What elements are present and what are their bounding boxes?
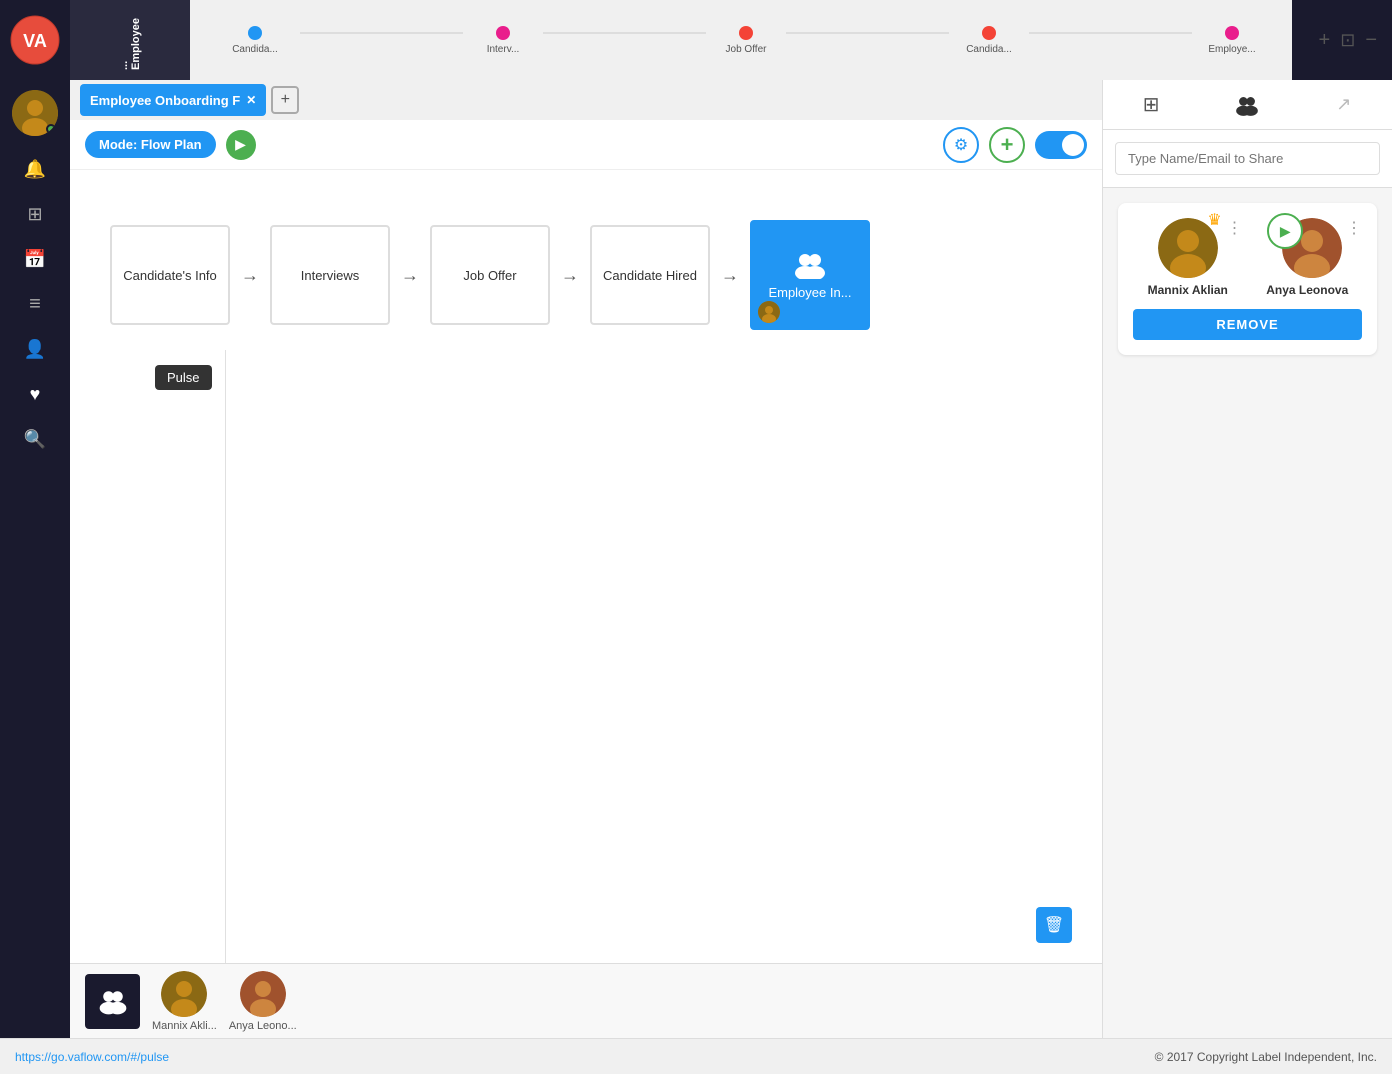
mode-label: Mode: Flow Plan bbox=[99, 137, 202, 152]
step-label: Job Offer bbox=[463, 268, 516, 283]
arrow-2: → bbox=[390, 265, 430, 286]
tab-vertical-label: Employee ... bbox=[118, 10, 142, 70]
add-button[interactable]: + bbox=[989, 127, 1025, 163]
arrow-4: → bbox=[710, 265, 750, 286]
flow-step-employee[interactable]: Employee In... bbox=[750, 220, 870, 330]
top-right-actions: + ⊡ − bbox=[1292, 0, 1392, 80]
vertical-divider bbox=[225, 350, 226, 963]
svg-text:VA: VA bbox=[23, 31, 47, 51]
group-icon bbox=[97, 987, 129, 1015]
va-logo: VA bbox=[10, 15, 60, 65]
active-tab[interactable]: Employee Onboarding F ✕ bbox=[80, 84, 266, 116]
bottom-person-anya[interactable]: Anya Leono... bbox=[229, 971, 297, 1032]
right-tab-share[interactable]: ↗ bbox=[1326, 87, 1362, 123]
arrow-3: → bbox=[550, 265, 590, 286]
users-icon bbox=[792, 251, 828, 279]
logo-area: VA bbox=[0, 0, 70, 80]
footer-copyright: © 2017 Copyright Label Independent, Inc. bbox=[1155, 1050, 1377, 1064]
footer-link: https://go.vaflow.com/#/pulse bbox=[15, 1050, 169, 1064]
tab-bar: Employee Onboarding F ✕ + bbox=[70, 80, 1102, 120]
remove-button[interactable]: REMOVE bbox=[1133, 309, 1362, 340]
share-search-input[interactable] bbox=[1115, 142, 1380, 175]
right-panel: ⊞ ↗ bbox=[1102, 80, 1392, 1038]
page-footer: https://go.vaflow.com/#/pulse © 2017 Cop… bbox=[0, 1038, 1392, 1074]
anya-avatar bbox=[240, 971, 286, 1017]
mannix-panel-name: Mannix Aklian bbox=[1148, 283, 1228, 297]
step-job-offer[interactable]: Job Offer bbox=[706, 26, 786, 55]
avatar-face bbox=[758, 301, 780, 323]
step-employee[interactable]: Employe... bbox=[1192, 26, 1272, 55]
anya-more-icon[interactable]: ⋮ bbox=[1346, 218, 1362, 238]
right-panel-content: ♛ Mannix Aklian ⋮ ▶ bbox=[1103, 188, 1392, 1038]
crown-icon: ♛ bbox=[1207, 210, 1221, 230]
people-icon bbox=[1234, 94, 1260, 116]
right-tab-grid[interactable]: ⊞ bbox=[1133, 87, 1169, 123]
mannix-more-icon[interactable]: ⋮ bbox=[1227, 218, 1243, 238]
flow-step-interviews[interactable]: Interviews bbox=[270, 225, 390, 325]
right-panel-tabs: ⊞ ↗ bbox=[1103, 80, 1392, 130]
play-button[interactable]: ▶ bbox=[226, 130, 256, 160]
person-anya: ▶ Anya Leonova ⋮ bbox=[1253, 218, 1363, 297]
tab-close-icon[interactable]: ✕ bbox=[246, 93, 256, 107]
sidebar-item-bell[interactable]: 🔔 bbox=[15, 149, 55, 189]
step-label: Interviews bbox=[301, 268, 360, 283]
people-card: ♛ Mannix Aklian ⋮ ▶ bbox=[1118, 203, 1377, 355]
step-candidates-info[interactable]: Candida... bbox=[210, 26, 300, 55]
step-avatar bbox=[758, 301, 780, 323]
person-mannix: ♛ Mannix Aklian ⋮ bbox=[1133, 218, 1243, 297]
sidebar: 🔔 ⊞ 📅 ≡ 👤 ♥ 🔍 bbox=[0, 80, 70, 1038]
expand-icon[interactable]: ⊡ bbox=[1340, 30, 1355, 51]
step-label: Employee In... bbox=[768, 285, 851, 300]
sidebar-item-search[interactable]: 🔍 bbox=[15, 419, 55, 459]
plus-icon[interactable]: + bbox=[1319, 29, 1331, 52]
bottom-person-mannix[interactable]: Mannix Akli... bbox=[152, 971, 217, 1032]
sidebar-item-list[interactable]: ≡ bbox=[15, 284, 55, 324]
flow-step-candidate-hired[interactable]: Candidate Hired bbox=[590, 225, 710, 325]
group-icon-box[interactable] bbox=[85, 974, 140, 1029]
toolbar: Mode: Flow Plan ▶ ⚙ + bbox=[70, 120, 1102, 170]
step-label: Candidate's Info bbox=[123, 268, 217, 283]
anya-name: Anya Leono... bbox=[229, 1020, 297, 1032]
play-overlay[interactable]: ▶ bbox=[1267, 213, 1303, 249]
mode-flow-plan-button[interactable]: Mode: Flow Plan bbox=[85, 131, 216, 158]
settings-button[interactable]: ⚙ bbox=[943, 127, 979, 163]
content-area: Employee Onboarding F ✕ + Mode: Flow Pla… bbox=[70, 80, 1102, 1038]
tab-add-button[interactable]: + bbox=[271, 86, 299, 114]
minus-icon[interactable]: − bbox=[1365, 29, 1377, 52]
step-interviews[interactable]: Interv... bbox=[463, 26, 543, 55]
sidebar-item-heart[interactable]: ♥ bbox=[15, 374, 55, 414]
flow-canvas: Pulse Candidate's Info → Interviews → bbox=[70, 170, 1102, 963]
flow-row: Candidate's Info → Interviews → Job Offe… bbox=[70, 170, 1102, 380]
right-tab-people[interactable] bbox=[1229, 87, 1265, 123]
user-avatar[interactable] bbox=[12, 90, 58, 136]
arrow-1: → bbox=[230, 265, 270, 286]
sidebar-item-people[interactable]: 👤 bbox=[15, 329, 55, 369]
trash-button[interactable]: 🗑 bbox=[1036, 907, 1072, 943]
anya-panel-name: Anya Leonova bbox=[1266, 283, 1348, 297]
flow-step-candidates-info[interactable]: Candidate's Info bbox=[110, 225, 230, 325]
progress-area: Candida... Interv... Job Offer Candida..… bbox=[190, 0, 1292, 80]
step-label: Candidate Hired bbox=[603, 268, 697, 283]
tab-vertical: Employee ... bbox=[70, 0, 190, 80]
mannix-name: Mannix Akli... bbox=[152, 1020, 217, 1032]
toggle-button[interactable] bbox=[1035, 131, 1087, 159]
mannix-avatar bbox=[161, 971, 207, 1017]
share-search-area bbox=[1103, 130, 1392, 188]
flow-step-job-offer[interactable]: Job Offer bbox=[430, 225, 550, 325]
pulse-tooltip: Pulse bbox=[155, 365, 212, 390]
sidebar-item-calendar[interactable]: 📅 bbox=[15, 239, 55, 279]
sidebar-item-grid[interactable]: ⊞ bbox=[15, 194, 55, 234]
bottom-bar: Mannix Akli... Anya Leono... bbox=[70, 963, 1102, 1038]
step-candidate-hired[interactable]: Candida... bbox=[949, 26, 1029, 55]
tab-label: Employee Onboarding F bbox=[90, 93, 240, 108]
